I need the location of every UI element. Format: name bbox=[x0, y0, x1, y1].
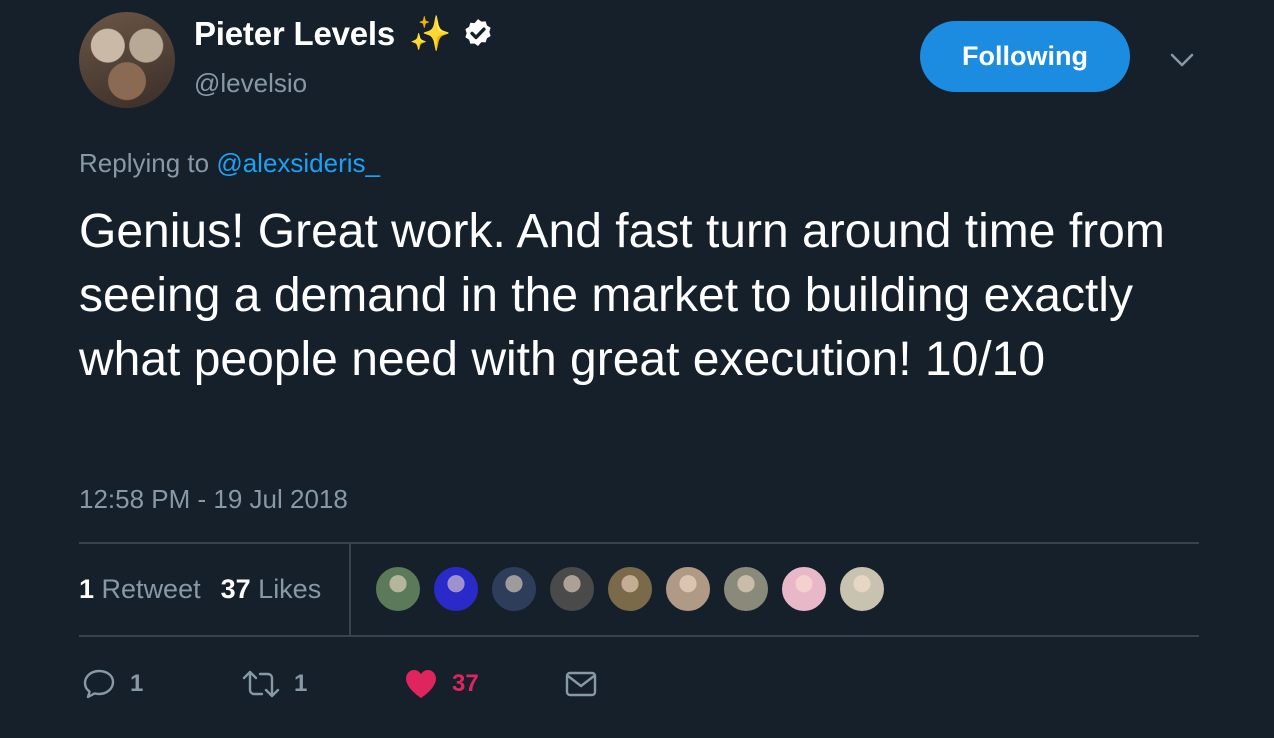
heart-icon bbox=[404, 668, 438, 700]
tweet-text: Genius! Great work. And fast turn around… bbox=[79, 205, 1165, 386]
retweet-count: 1 bbox=[79, 574, 95, 604]
liker-avatar[interactable] bbox=[664, 565, 712, 613]
reply-action[interactable]: 1 bbox=[82, 668, 143, 700]
liker-avatar[interactable] bbox=[432, 565, 480, 613]
chevron-down-icon[interactable] bbox=[1168, 48, 1196, 72]
liker-avatar[interactable] bbox=[838, 565, 886, 613]
reply-count: 1 bbox=[130, 670, 144, 697]
envelope-icon bbox=[565, 670, 597, 698]
liker-avatar[interactable] bbox=[780, 565, 828, 613]
like-action[interactable]: 37 bbox=[404, 668, 479, 700]
retweet-label: Retweet bbox=[101, 574, 201, 604]
retweet-action[interactable]: 1 bbox=[242, 668, 307, 700]
retweet-icon bbox=[242, 668, 280, 700]
retweets-stat[interactable]: 1 Retweet bbox=[79, 574, 201, 605]
liker-avatar[interactable] bbox=[374, 565, 422, 613]
divider-top bbox=[79, 542, 1199, 544]
liker-avatar[interactable] bbox=[722, 565, 770, 613]
reply-icon bbox=[82, 668, 116, 700]
author-avatar[interactable] bbox=[79, 12, 175, 108]
likes-label: Likes bbox=[258, 574, 322, 604]
tweet-timestamp[interactable]: 12:58 PM - 19 Jul 2018 bbox=[79, 484, 348, 515]
retweet-action-count: 1 bbox=[294, 670, 308, 697]
following-button[interactable]: Following bbox=[920, 21, 1130, 92]
author-display-name[interactable]: Pieter Levels bbox=[194, 15, 395, 53]
liker-avatar[interactable] bbox=[548, 565, 596, 613]
replying-to-handle-link[interactable]: @alexsideris_ bbox=[216, 148, 380, 178]
like-count: 37 bbox=[220, 574, 251, 604]
replying-to: Replying to @alexsideris_ bbox=[79, 148, 380, 179]
divider-bottom bbox=[79, 635, 1199, 637]
likes-stat[interactable]: 37 Likes bbox=[221, 574, 322, 605]
stats-vertical-divider bbox=[349, 544, 351, 636]
author-name-row[interactable]: Pieter Levels ✨ bbox=[194, 14, 495, 54]
verified-badge-icon bbox=[461, 17, 495, 51]
engagement-stats: 1 Retweet 37 Likes bbox=[79, 574, 321, 605]
liker-avatar[interactable] bbox=[606, 565, 654, 613]
replying-to-label: Replying to bbox=[79, 148, 217, 178]
likers-avatars bbox=[374, 565, 886, 613]
like-action-count: 37 bbox=[452, 670, 479, 697]
sparkles-emoji: ✨ bbox=[409, 15, 452, 53]
liker-avatar[interactable] bbox=[490, 565, 538, 613]
author-handle[interactable]: @levelsio bbox=[194, 68, 307, 99]
direct-message-action[interactable] bbox=[565, 670, 597, 698]
